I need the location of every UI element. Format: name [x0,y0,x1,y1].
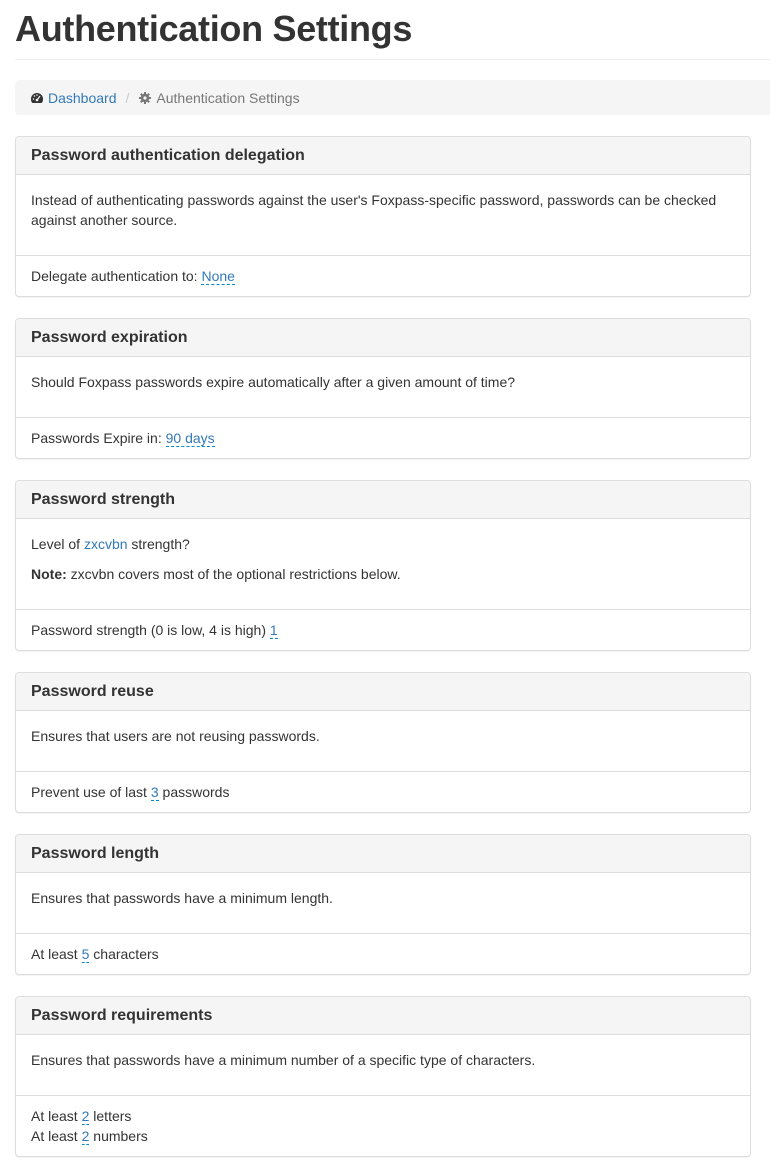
panel-description: Ensures that users are not reusing passw… [31,728,320,744]
panel-password-delegation: Password authentication delegation Inste… [15,136,751,297]
panel-title: Password requirements [31,1007,213,1024]
requirement-prefix: At least [31,1108,82,1124]
description-prefix: Level of [31,536,84,552]
panel-title: Password expiration [31,329,188,346]
password-reuse-value[interactable]: 3 [150,784,159,801]
panel-heading: Password requirements [16,997,750,1035]
panel-footer: Delegate authentication to: None [16,255,750,296]
requirement-row-numbers: At least 2 numbers [31,1126,735,1146]
panel-description: Ensures that passwords have a minimum le… [31,890,333,906]
page-title: Authentication Settings [15,8,413,49]
panel-title: Password strength [31,491,176,508]
requirement-suffix: letters [89,1108,132,1124]
breadcrumb: Dashboard / Authentication Settings [15,80,770,115]
panel-heading: Password length [16,835,750,873]
note-text: zxcvbn covers most of the optional restr… [66,566,401,582]
panel-footer: Password strength (0 is low, 4 is high) … [16,609,750,650]
panel-description: Instead of authenticating passwords agai… [31,192,717,228]
description-suffix: strength? [127,536,190,552]
dashboard-icon [31,92,43,103]
breadcrumb-current: Authentication Settings [138,88,300,108]
panel-title: Password length [31,845,160,862]
panel-body: Ensures that users are not reusing passw… [16,711,750,771]
panel-body: Ensures that passwords have a minimum le… [16,873,750,933]
panel-heading: Password authentication delegation [16,137,750,175]
panel-footer: Prevent use of last 3 passwords [16,771,750,812]
gear-icon [139,91,152,104]
panel-heading: Password strength [16,481,750,519]
panel-description: Level of zxcvbn strength? [31,534,735,554]
page-header: Authentication Settings [15,0,770,60]
panel-description: Ensures that passwords have a minimum nu… [31,1052,536,1068]
panel-body: Instead of authenticating passwords agai… [16,175,750,255]
panel-heading: Password reuse [16,673,750,711]
note-label: Note: [31,566,67,582]
panel-password-reuse: Password reuse Ensures that users are no… [15,672,751,813]
strength-label: Password strength (0 is low, 4 is high) [31,622,270,638]
panel-title: Password authentication delegation [31,147,305,164]
panel-body: Should Foxpass passwords expire automati… [16,357,750,417]
panel-password-requirements: Password requirements Ensures that passw… [15,996,751,1157]
delegate-authentication-value[interactable]: None [201,268,235,285]
breadcrumb-current-label: Authentication Settings [156,89,300,106]
password-strength-value[interactable]: 1 [269,622,278,639]
panel-description: Should Foxpass passwords expire automati… [31,374,516,390]
panel-footer: At least 2 letters At least 2 numbers [16,1095,750,1156]
breadcrumb-dashboard-label: Dashboard [48,89,117,106]
panel-body: Ensures that passwords have a minimum nu… [16,1035,750,1095]
length-suffix: characters [89,946,159,962]
panel-footer: Passwords Expire in: 90 days [16,417,750,458]
panel-title: Password reuse [31,683,154,700]
panel-password-length: Password length Ensures that passwords h… [15,834,751,975]
page: Authentication Settings Dashboard / Auth… [0,0,770,1157]
panel-footer: At least 5 characters [16,933,750,974]
requirement-row-letters: At least 2 letters [31,1106,735,1126]
panel-password-strength: Password strength Level of zxcvbn streng… [15,480,751,651]
panel-heading: Password expiration [16,319,750,357]
delegate-label: Delegate authentication to: [31,268,202,284]
panel-password-expiration: Password expiration Should Foxpass passw… [15,318,751,459]
requirement-prefix: At least [31,1128,82,1144]
panel-body: Level of zxcvbn strength? Note: zxcvbn c… [16,519,750,609]
reuse-prefix: Prevent use of last [31,784,151,800]
expire-label: Passwords Expire in: [31,430,166,446]
zxcvbn-link[interactable]: zxcvbn [84,536,128,552]
reuse-suffix: passwords [158,784,230,800]
breadcrumb-separator: / [125,89,130,106]
requirement-suffix: numbers [89,1128,148,1144]
length-prefix: At least [31,946,82,962]
panel-note: Note: zxcvbn covers most of the optional… [31,564,735,584]
breadcrumb-dashboard[interactable]: Dashboard [30,88,117,108]
password-expiration-value[interactable]: 90 days [165,430,215,447]
